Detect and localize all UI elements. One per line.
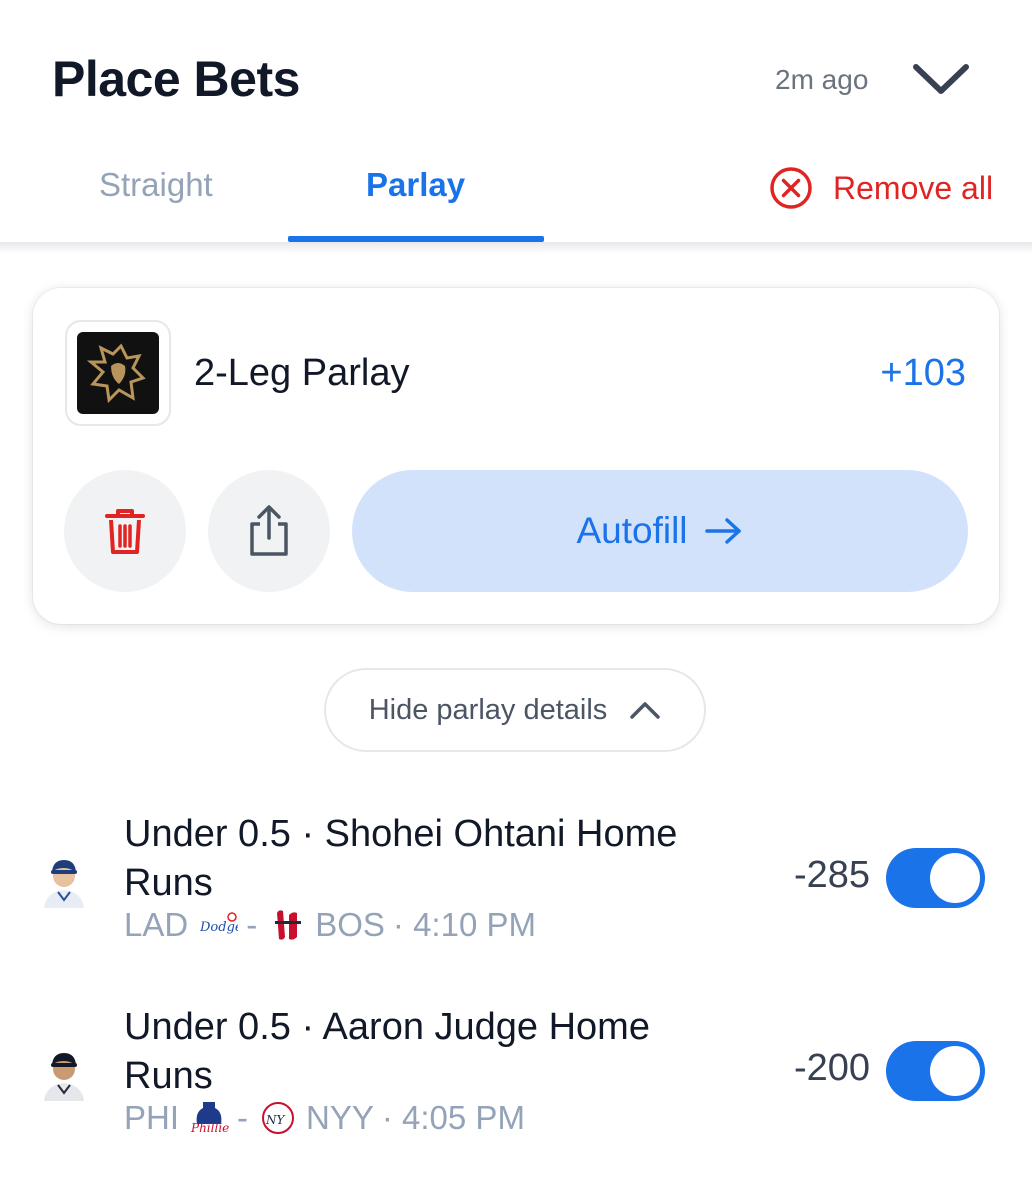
remove-all-label: Remove all (833, 169, 994, 206)
close-circle-icon (770, 167, 812, 209)
leg-toggle[interactable] (886, 848, 985, 908)
remove-all-button[interactable]: Remove all (769, 166, 993, 210)
lion-logo-icon (86, 343, 146, 404)
chevron-down-icon (913, 64, 969, 94)
trash-icon (105, 509, 145, 554)
sportsbook-logo (65, 320, 171, 426)
svg-text:NY: NY (265, 1113, 286, 1127)
leg-odds: -200 (793, 1047, 870, 1089)
yankees-logo-icon: NY (262, 1102, 295, 1134)
parlay-card: 2-Leg Parlay +103 Autofill (33, 288, 999, 624)
chevron-up-icon (629, 700, 661, 720)
phillies-logo-icon: Phillies (190, 1102, 229, 1135)
tab-straight[interactable]: Straight (99, 166, 213, 204)
svg-text:Dodgers: Dodgers (199, 920, 238, 935)
matchup-separator: - (246, 906, 258, 943)
hide-parlay-details-button[interactable]: Hide parlay details (324, 668, 706, 752)
autofill-label: Autofill (576, 510, 688, 551)
red-sox-logo-icon (275, 910, 302, 940)
game-time: · 4:10 PM (392, 906, 536, 943)
bet-type-tabs: Straight Parlay Remove all (0, 150, 1032, 242)
home-team: NYY (306, 1099, 374, 1136)
leg-matchup: LAD Dodgers - BOS · 4:10 PM (124, 906, 536, 944)
leg-title: Under 0.5 · Shohei Ohtani Home Runs (124, 813, 678, 904)
leg-odds: -285 (793, 854, 870, 896)
home-team: BOS (315, 906, 385, 943)
tab-parlay[interactable]: Parlay (366, 166, 465, 204)
page-title: Place Bets (52, 51, 300, 107)
away-team: PHI (124, 1099, 180, 1136)
tabs-divider (0, 242, 1032, 254)
leg-toggle[interactable] (886, 1041, 985, 1101)
parlay-leg: Under 0.5 · Aaron Judge Home Runs PHI Ph… (0, 997, 1032, 1177)
player-avatar (36, 852, 92, 908)
matchup-separator: - (237, 1099, 249, 1136)
svg-text:Phillies: Phillies (190, 1121, 229, 1135)
header: Place Bets 2m ago (0, 0, 1032, 150)
share-button[interactable] (208, 470, 330, 592)
toggle-knob (930, 853, 980, 903)
arrow-right-icon (704, 516, 744, 546)
parlay-leg: Under 0.5 · Shohei Ohtani Home Runs LAD … (0, 804, 1032, 984)
details-toggle-label: Hide parlay details (368, 693, 608, 726)
dodgers-logo-icon: Dodgers (199, 912, 238, 935)
game-time: · 4:05 PM (381, 1099, 525, 1136)
player-avatar (36, 1045, 92, 1101)
leg-matchup: PHI Phillies - NY NYY · 4:05 PM (124, 1099, 525, 1137)
parlay-title: 2-Leg Parlay (194, 352, 410, 394)
away-team: LAD (124, 906, 189, 943)
autofill-button[interactable]: Autofill (352, 470, 968, 592)
collapse-button[interactable] (908, 52, 974, 106)
leg-title: Under 0.5 · Aaron Judge Home Runs (124, 1006, 650, 1097)
timestamp: 2m ago (775, 64, 869, 95)
toggle-knob (930, 1046, 980, 1096)
delete-button[interactable] (64, 470, 186, 592)
parlay-odds: +103 (880, 352, 966, 394)
share-icon (250, 505, 288, 556)
